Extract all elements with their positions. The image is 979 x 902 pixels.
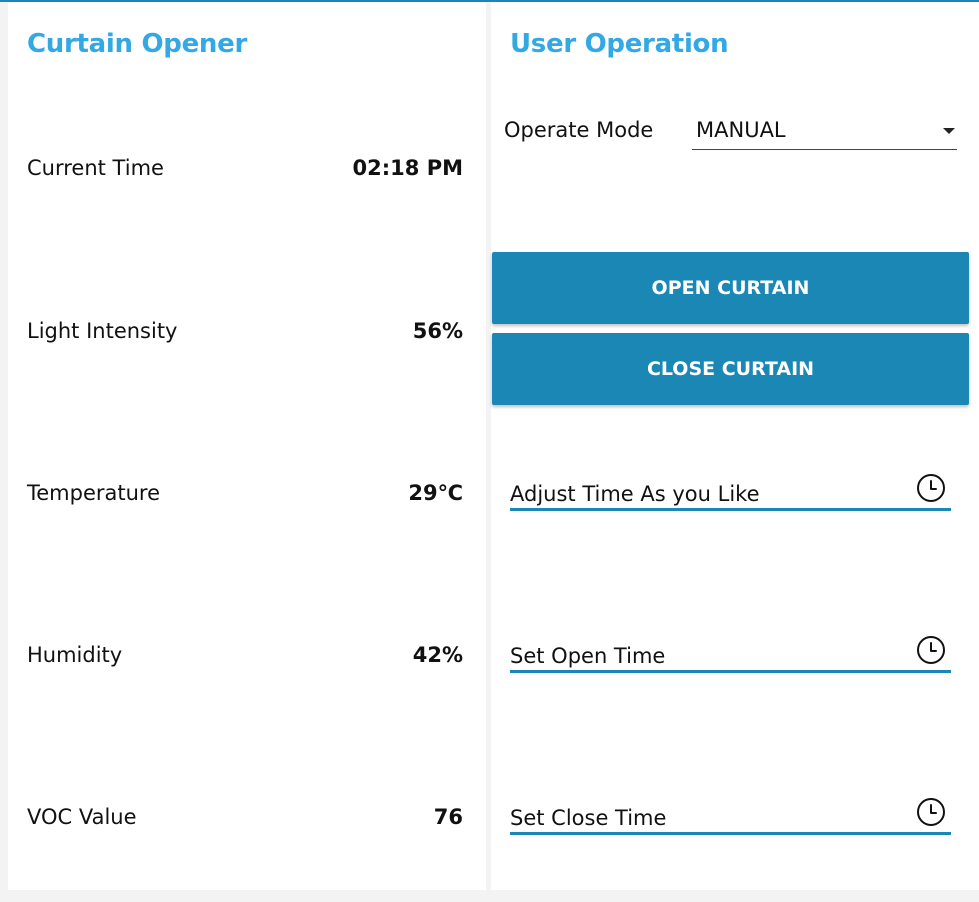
panel-title: Curtain Opener (27, 29, 247, 59)
operate-mode-label: Operate Mode (504, 118, 654, 142)
clock-icon[interactable] (916, 797, 946, 827)
stat-label: Current Time (27, 156, 164, 180)
clock-icon[interactable] (916, 473, 946, 503)
stat-label: VOC Value (27, 805, 137, 829)
adjust-time-field[interactable]: Adjust Time As you Like (510, 471, 951, 511)
open-curtain-button[interactable]: OPEN CURTAIN (492, 252, 969, 324)
dropdown-arrow-icon[interactable] (943, 128, 955, 134)
stat-voc-value: VOC Value 76 (27, 802, 463, 832)
close-curtain-button[interactable]: CLOSE CURTAIN (492, 333, 969, 405)
set-open-time-field[interactable]: Set Open Time (510, 633, 951, 673)
stat-value: 42% (412, 643, 463, 667)
operate-mode-value: MANUAL (696, 118, 786, 142)
operate-mode-select[interactable]: MANUAL (692, 114, 957, 150)
stat-light-intensity: Light Intensity 56% (27, 316, 463, 346)
stat-label: Temperature (27, 481, 161, 505)
stat-value: 29℃ (408, 481, 463, 505)
adjust-time-placeholder: Adjust Time As you Like (510, 482, 760, 506)
stat-value: 76 (433, 805, 463, 829)
set-open-time-placeholder: Set Open Time (510, 644, 666, 668)
stat-current-time: Current Time 02:18 PM (27, 153, 463, 183)
curtain-opener-panel: Curtain Opener Current Time 02:18 PM Lig… (8, 2, 486, 890)
stat-temperature: Temperature 29℃ (27, 478, 463, 508)
user-operation-panel: User Operation Operate Mode MANUAL OPEN … (491, 2, 979, 890)
stat-value: 56% (412, 319, 463, 343)
panel-title: User Operation (510, 29, 729, 59)
stat-humidity: Humidity 42% (27, 640, 463, 670)
stat-label: Humidity (27, 643, 123, 667)
set-close-time-field[interactable]: Set Close Time (510, 795, 951, 835)
stat-label: Light Intensity (27, 319, 178, 343)
stat-value: 02:18 PM (352, 156, 463, 180)
set-close-time-placeholder: Set Close Time (510, 806, 667, 830)
clock-icon[interactable] (916, 635, 946, 665)
